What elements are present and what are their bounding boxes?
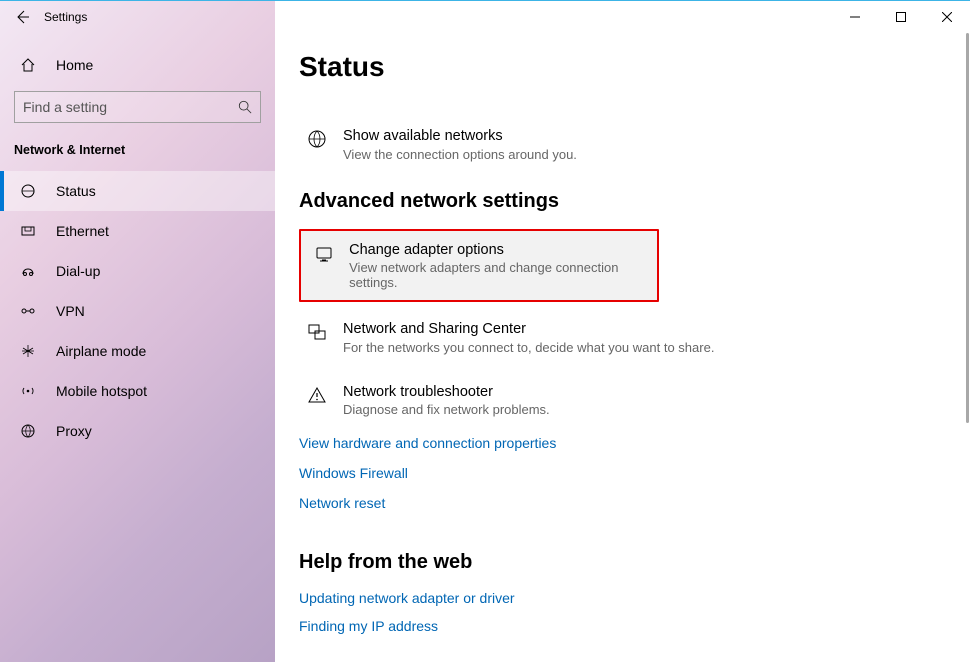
sidebar-item-label: VPN: [56, 303, 85, 319]
sidebar-item-label: Airplane mode: [56, 343, 146, 359]
option-title: Change adapter options: [349, 241, 649, 261]
back-button[interactable]: [0, 1, 44, 33]
dialup-icon: [18, 263, 38, 279]
window-title: Settings: [44, 10, 87, 24]
status-icon: [18, 183, 38, 199]
link-hardware-properties[interactable]: View hardware and connection properties: [299, 435, 946, 451]
sidebar-home-label: Home: [56, 57, 93, 73]
sidebar-item-dialup[interactable]: Dial-up: [0, 251, 275, 291]
search-icon: [238, 100, 252, 114]
window-controls: [832, 1, 970, 33]
close-icon: [942, 12, 952, 22]
content-area: Status Show available networks View the …: [275, 33, 970, 662]
option-desc: View network adapters and change connect…: [349, 260, 649, 290]
hotspot-icon: [18, 383, 38, 399]
sharing-icon: [303, 320, 331, 342]
sidebar-item-vpn[interactable]: VPN: [0, 291, 275, 331]
minimize-button[interactable]: [832, 1, 878, 33]
close-button[interactable]: [924, 1, 970, 33]
option-title: Network troubleshooter: [343, 383, 550, 403]
link-network-reset[interactable]: Network reset: [299, 495, 946, 511]
adapter-icon: [311, 241, 337, 263]
proxy-icon: [18, 423, 38, 439]
link-updating-adapter[interactable]: Updating network adapter or driver: [299, 590, 946, 606]
page-title: Status: [299, 51, 946, 83]
link-find-ip[interactable]: Finding my IP address: [299, 618, 946, 634]
option-title: Show available networks: [343, 127, 577, 147]
titlebar: Settings: [0, 1, 970, 33]
option-show-networks[interactable]: Show available networks View the connect…: [299, 117, 946, 172]
airplane-icon: [18, 343, 38, 359]
search-box[interactable]: [14, 91, 261, 123]
arrow-left-icon: [14, 9, 30, 25]
sidebar-item-airplane[interactable]: Airplane mode: [0, 331, 275, 371]
minimize-icon: [850, 12, 860, 22]
option-troubleshooter[interactable]: Network troubleshooter Diagnose and fix …: [299, 373, 946, 428]
scrollbar-thumb[interactable]: [966, 33, 969, 423]
sidebar-item-ethernet[interactable]: Ethernet: [0, 211, 275, 251]
sidebar-item-status[interactable]: Status: [0, 171, 275, 211]
maximize-button[interactable]: [878, 1, 924, 33]
warning-icon: [303, 383, 331, 405]
link-windows-firewall[interactable]: Windows Firewall: [299, 465, 946, 481]
advanced-heading: Advanced network settings: [299, 190, 946, 213]
sidebar-item-label: Proxy: [56, 423, 92, 439]
sidebar-item-hotspot[interactable]: Mobile hotspot: [0, 371, 275, 411]
option-desc: For the networks you connect to, decide …: [343, 340, 714, 355]
globe-icon: [303, 127, 331, 149]
vpn-icon: [18, 303, 38, 319]
home-icon: [18, 57, 38, 73]
sidebar-home[interactable]: Home: [0, 45, 275, 85]
option-title: Network and Sharing Center: [343, 320, 714, 340]
option-change-adapter[interactable]: Change adapter options View network adap…: [299, 229, 659, 303]
sidebar-item-label: Ethernet: [56, 223, 109, 239]
sidebar-item-proxy[interactable]: Proxy: [0, 411, 275, 451]
search-input[interactable]: [23, 99, 238, 115]
help-heading: Help from the web: [299, 551, 946, 574]
sidebar-item-label: Mobile hotspot: [56, 383, 147, 399]
option-sharing-center[interactable]: Network and Sharing Center For the netwo…: [299, 310, 946, 365]
sidebar: Home Network & Internet Status Ethernet: [0, 33, 275, 662]
option-desc: Diagnose and fix network problems.: [343, 402, 550, 417]
option-desc: View the connection options around you.: [343, 147, 577, 162]
ethernet-icon: [18, 223, 38, 239]
maximize-icon: [896, 12, 906, 22]
sidebar-section-label: Network & Internet: [0, 135, 275, 171]
sidebar-item-label: Dial-up: [56, 263, 100, 279]
sidebar-item-label: Status: [56, 183, 96, 199]
